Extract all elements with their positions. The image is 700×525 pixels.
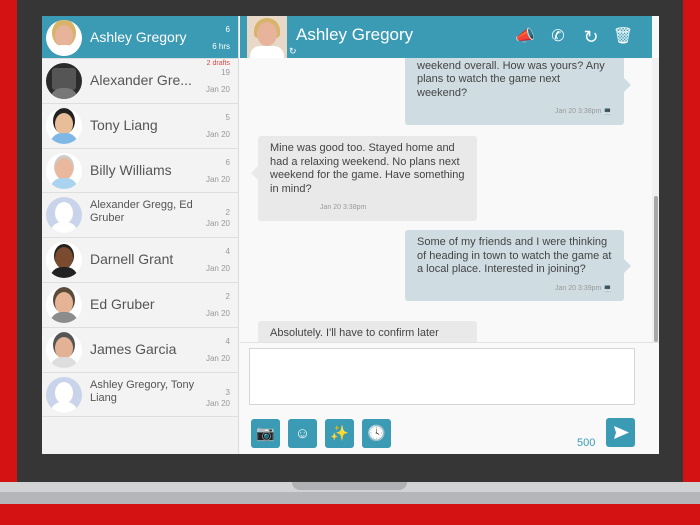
avatar	[46, 63, 82, 99]
avatar	[46, 197, 82, 234]
conversation-item[interactable]: James Garcia 4 Jan 20	[42, 327, 238, 373]
message-bubble-incoming: Absolutely. I'll have to confirm later	[258, 321, 477, 342]
message-list: stores and had a nice lunch. A relaxing …	[240, 16, 652, 342]
conversation-name: Ashley Gregory, Tony Liang	[90, 378, 195, 404]
camera-button[interactable]: 📷	[251, 419, 280, 448]
avatar	[46, 242, 82, 279]
character-count: 500	[577, 437, 596, 449]
laptop-icon: 💻	[603, 284, 612, 292]
message-count: 2	[225, 291, 230, 301]
message-count: 4	[225, 336, 230, 346]
chat-header: ↻ Ashley Gregory 📣 ✆ ↻ 🗑	[240, 16, 652, 58]
conversation-name: James Garcia	[90, 340, 177, 357]
conversation-name: Tony Liang	[90, 116, 158, 133]
conversation-name: Ed Gruber	[90, 295, 155, 312]
conversation-item[interactable]: Alexander Gre... 2 drafts 19 Jan 20	[42, 59, 238, 104]
laptop-icon: 💻	[603, 108, 612, 115]
conversation-item[interactable]: Ashley Gregory, Tony Liang 3 Jan 20	[42, 372, 238, 418]
conversation-time: 6 hrs	[212, 42, 230, 51]
message-bubble-incoming: Mine was good too. Stayed home and had a…	[251, 136, 477, 221]
scrollbar-thumb[interactable]	[654, 196, 658, 342]
conversation-time: Jan 20	[205, 219, 230, 229]
message-count: 6	[225, 25, 230, 34]
laptop-notch	[292, 482, 407, 490]
magic-wand-button[interactable]: ✨	[325, 419, 354, 448]
megaphone-icon[interactable]: 📣	[514, 26, 536, 48]
chat-panel: stores and had a nice lunch. A relaxing …	[240, 16, 659, 454]
message-text: Absolutely. I'll have to confirm later	[270, 327, 439, 339]
conversation-name: Ashley Gregory	[90, 29, 187, 45]
avatar	[46, 107, 82, 144]
conversation-name: Darnell Grant	[90, 251, 174, 268]
conversation-time: Jan 20	[205, 398, 230, 408]
conversation-item[interactable]: Ashley Gregory 6 6 hrs	[42, 16, 238, 59]
avatar	[46, 376, 82, 413]
sync-status-icon: ↻	[289, 46, 297, 56]
avatar	[46, 286, 82, 323]
clock-icon: 🕓	[367, 425, 386, 442]
avatar	[46, 331, 82, 368]
conversation-name: Alexander Gre...	[90, 72, 192, 88]
contact-avatar	[247, 16, 287, 58]
message-count: 2	[225, 208, 230, 218]
phone-icon[interactable]: ✆	[547, 26, 569, 48]
message-count: 4	[225, 247, 230, 257]
conversation-time: Jan 20	[205, 174, 230, 184]
avatar	[46, 20, 82, 56]
conversation-time: Jan 20	[205, 264, 230, 274]
conversation-time: Jan 20	[205, 308, 230, 318]
message-timestamp: Jan 20 3:38pm 💻	[555, 108, 612, 115]
magic-wand-icon: ✨	[330, 425, 349, 442]
emoji-button[interactable]: ☺	[288, 419, 317, 448]
message-count: 3	[225, 387, 230, 397]
send-button[interactable]	[606, 418, 635, 447]
chat-title: Ashley Gregory	[296, 25, 414, 44]
message-count: 5	[225, 112, 230, 122]
trash-icon[interactable]: 🗑	[612, 26, 634, 48]
sync-icon[interactable]: ↻	[580, 26, 602, 48]
conversation-item[interactable]: Billy Williams 6 Jan 20	[42, 148, 238, 194]
conversation-name: Billy Williams	[90, 161, 172, 178]
send-icon	[614, 426, 629, 439]
conversation-item[interactable]: Ed Gruber 2 Jan 20	[42, 282, 238, 328]
message-input[interactable]	[249, 348, 635, 405]
divider	[240, 342, 659, 343]
conversation-name: Alexander Gregg, Ed Gruber	[90, 199, 193, 225]
avatar	[46, 152, 82, 189]
message-text: Some of my friends and I were thinking o…	[417, 236, 612, 275]
conversation-time: Jan 20	[205, 129, 230, 139]
camera-icon: 📷	[256, 425, 275, 442]
message-count: 6	[225, 157, 230, 167]
app-screen: Ashley Gregory 6 6 hrs Alexander Gre... …	[42, 16, 659, 454]
conversation-time: Jan 20	[205, 353, 230, 363]
conversation-item[interactable]: Darnell Grant 4 Jan 20	[42, 238, 238, 283]
conversation-item[interactable]: Tony Liang 5 Jan 20	[42, 103, 238, 149]
conversation-list: Ashley Gregory 6 6 hrs Alexander Gre... …	[42, 16, 239, 454]
schedule-button[interactable]: 🕓	[362, 419, 391, 448]
drafts-label: 2 drafts	[206, 60, 230, 67]
message-timestamp: Jan 20 3:38pm	[320, 204, 367, 211]
conversation-item[interactable]: Alexander Gregg, Ed Gruber 2 Jan 20	[42, 193, 238, 239]
message-timestamp: Jan 20 3:39pm 💻	[555, 284, 612, 292]
message-count: 19	[221, 68, 230, 77]
message-bubble-outgoing: Some of my friends and I were thinking o…	[405, 230, 631, 301]
conversation-time: Jan 20	[205, 85, 230, 94]
emoji-icon: ☺	[294, 425, 311, 442]
message-text: Mine was good too. Stayed home and had a…	[270, 142, 465, 195]
